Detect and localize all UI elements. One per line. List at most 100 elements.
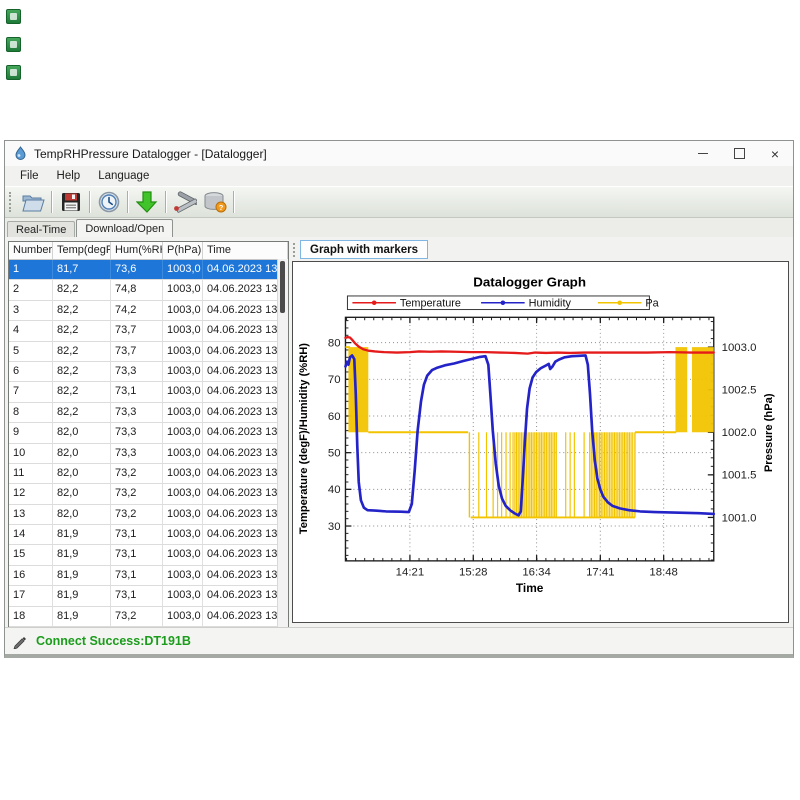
- table-row[interactable]: 1082,073,31003,004.06.2023 13...: [9, 444, 288, 464]
- table-row[interactable]: 582,273,71003,004.06.2023 13...: [9, 342, 288, 362]
- table-cell: 04.06.2023 13...: [203, 342, 288, 361]
- toolbar-separator: [89, 191, 91, 213]
- table-cell: 1003,0: [163, 362, 203, 381]
- open-file-button[interactable]: [18, 189, 48, 216]
- table-header: NumberTemp(degF)Hum(%RH)P(hPa)Time: [9, 242, 288, 260]
- settings-button[interactable]: [170, 189, 200, 216]
- table-cell: 16: [9, 566, 53, 585]
- table-cell: 1003,0: [163, 382, 203, 401]
- toolbar-separator: [233, 191, 235, 213]
- table-row[interactable]: 1781,973,11003,004.06.2023 13...: [9, 586, 288, 606]
- tab-download-open[interactable]: Download/Open: [76, 219, 173, 237]
- table-row[interactable]: 382,274,21003,004.06.2023 13...: [9, 301, 288, 321]
- table-row[interactable]: 1382,073,21003,004.06.2023 13...: [9, 505, 288, 525]
- menu-item-language[interactable]: Language: [89, 168, 158, 184]
- table-cell: 1: [9, 260, 53, 279]
- table-cell: 04.06.2023 13...: [203, 566, 288, 585]
- menu-item-help[interactable]: Help: [48, 168, 90, 184]
- svg-text:70: 70: [328, 374, 341, 386]
- table-cell: 81,9: [53, 586, 111, 605]
- save-button[interactable]: [56, 189, 86, 216]
- table-cell: 81,7: [53, 260, 111, 279]
- table-row[interactable]: 1581,973,11003,004.06.2023 13...: [9, 545, 288, 565]
- svg-text:60: 60: [328, 411, 341, 423]
- table-row[interactable]: 982,073,31003,004.06.2023 13...: [9, 423, 288, 443]
- chart-panel: 14:2115:2816:3417:4118:48304050607080100…: [292, 261, 789, 623]
- toolbar-grip[interactable]: [9, 192, 15, 212]
- desktop-icon-1[interactable]: [6, 9, 21, 24]
- table-cell: 04.06.2023 13...: [203, 403, 288, 422]
- device-info-button[interactable]: ?: [200, 189, 230, 216]
- table-cell: 04.06.2023 13...: [203, 444, 288, 463]
- column-header[interactable]: Hum(%RH): [111, 242, 163, 259]
- table-cell: 17: [9, 586, 53, 605]
- time-sync-button[interactable]: [94, 189, 124, 216]
- table-cell: 1003,0: [163, 586, 203, 605]
- table-cell: 1003,0: [163, 342, 203, 361]
- table-row[interactable]: 882,273,31003,004.06.2023 13...: [9, 403, 288, 423]
- table-cell: 74,2: [111, 301, 163, 320]
- table-row[interactable]: 1481,973,11003,004.06.2023 13...: [9, 525, 288, 545]
- table-cell: 7: [9, 382, 53, 401]
- table-row[interactable]: 782,273,11003,004.06.2023 13...: [9, 382, 288, 402]
- download-arrow-icon: [136, 190, 158, 214]
- table-cell: 15: [9, 545, 53, 564]
- column-header[interactable]: Number: [9, 242, 53, 259]
- table-cell: 73,2: [111, 464, 163, 483]
- table-cell: 5: [9, 342, 53, 361]
- table-row[interactable]: 1881,973,21003,004.06.2023 13...: [9, 607, 288, 627]
- toolbar: ?: [5, 186, 793, 218]
- graph-toolbar-grip[interactable]: [293, 243, 298, 257]
- table-row[interactable]: 482,273,71003,004.06.2023 13...: [9, 321, 288, 341]
- minimize-button[interactable]: [685, 141, 721, 166]
- scrollbar-thumb[interactable]: [280, 261, 285, 313]
- table-cell: 1003,0: [163, 403, 203, 422]
- table-cell: 82,2: [53, 403, 111, 422]
- svg-text:1001.5: 1001.5: [722, 470, 757, 482]
- table-row[interactable]: 1182,073,21003,004.06.2023 13...: [9, 464, 288, 484]
- table-cell: 81,9: [53, 607, 111, 626]
- table-cell: 18: [9, 607, 53, 626]
- graph-type-button[interactable]: Graph with markers: [300, 240, 428, 259]
- table-row[interactable]: 1282,073,21003,004.06.2023 13...: [9, 484, 288, 504]
- column-header[interactable]: Temp(degF): [53, 242, 111, 259]
- table-cell: 73,7: [111, 342, 163, 361]
- download-data-button[interactable]: [132, 189, 162, 216]
- table-cell: 82,2: [53, 301, 111, 320]
- table-row[interactable]: 282,274,81003,004.06.2023 13...: [9, 280, 288, 300]
- table-cell: 1003,0: [163, 464, 203, 483]
- table-row[interactable]: 181,773,61003,004.06.2023 13...: [9, 260, 288, 280]
- table-scrollbar[interactable]: [277, 259, 288, 627]
- table-cell: 73,6: [111, 260, 163, 279]
- table-cell: 10: [9, 444, 53, 463]
- table-row[interactable]: 682,273,31003,004.06.2023 13...: [9, 362, 288, 382]
- table-cell: 14: [9, 525, 53, 544]
- menu-item-file[interactable]: File: [11, 168, 48, 184]
- table-cell: 73,1: [111, 525, 163, 544]
- desktop-icon-2[interactable]: [6, 37, 21, 52]
- maximize-button[interactable]: [721, 141, 757, 166]
- table-cell: 04.06.2023 13...: [203, 464, 288, 483]
- table-row[interactable]: 1681,973,11003,004.06.2023 13...: [9, 566, 288, 586]
- desktop-icon-3[interactable]: [6, 65, 21, 80]
- datalogger-chart: 14:2115:2816:3417:4118:48304050607080100…: [293, 262, 788, 622]
- table-cell: 1003,0: [163, 525, 203, 544]
- tab-real-time[interactable]: Real-Time: [7, 221, 75, 238]
- table-cell: 9: [9, 423, 53, 442]
- column-header[interactable]: P(hPa): [163, 242, 203, 259]
- table-cell: 73,2: [111, 505, 163, 524]
- close-button[interactable]: ×: [757, 141, 793, 166]
- svg-text:1003.0: 1003.0: [722, 342, 757, 354]
- svg-text:Datalogger Graph: Datalogger Graph: [473, 274, 586, 289]
- table-cell: 82,0: [53, 423, 111, 442]
- svg-text:18:48: 18:48: [649, 567, 677, 579]
- table-cell: 04.06.2023 13...: [203, 280, 288, 299]
- tab-bar: Real-TimeDownload/Open: [5, 218, 793, 237]
- svg-text:16:34: 16:34: [522, 567, 550, 579]
- svg-text:Temperature (degF)/Humidity (%: Temperature (degF)/Humidity (%RH): [298, 343, 310, 534]
- desktop: { "background_icons": ["desktop-icon-1",…: [0, 0, 800, 800]
- table-cell: 04.06.2023 13...: [203, 260, 288, 279]
- column-header[interactable]: Time: [203, 242, 288, 259]
- svg-text:Pa: Pa: [645, 298, 658, 310]
- table-cell: 1003,0: [163, 505, 203, 524]
